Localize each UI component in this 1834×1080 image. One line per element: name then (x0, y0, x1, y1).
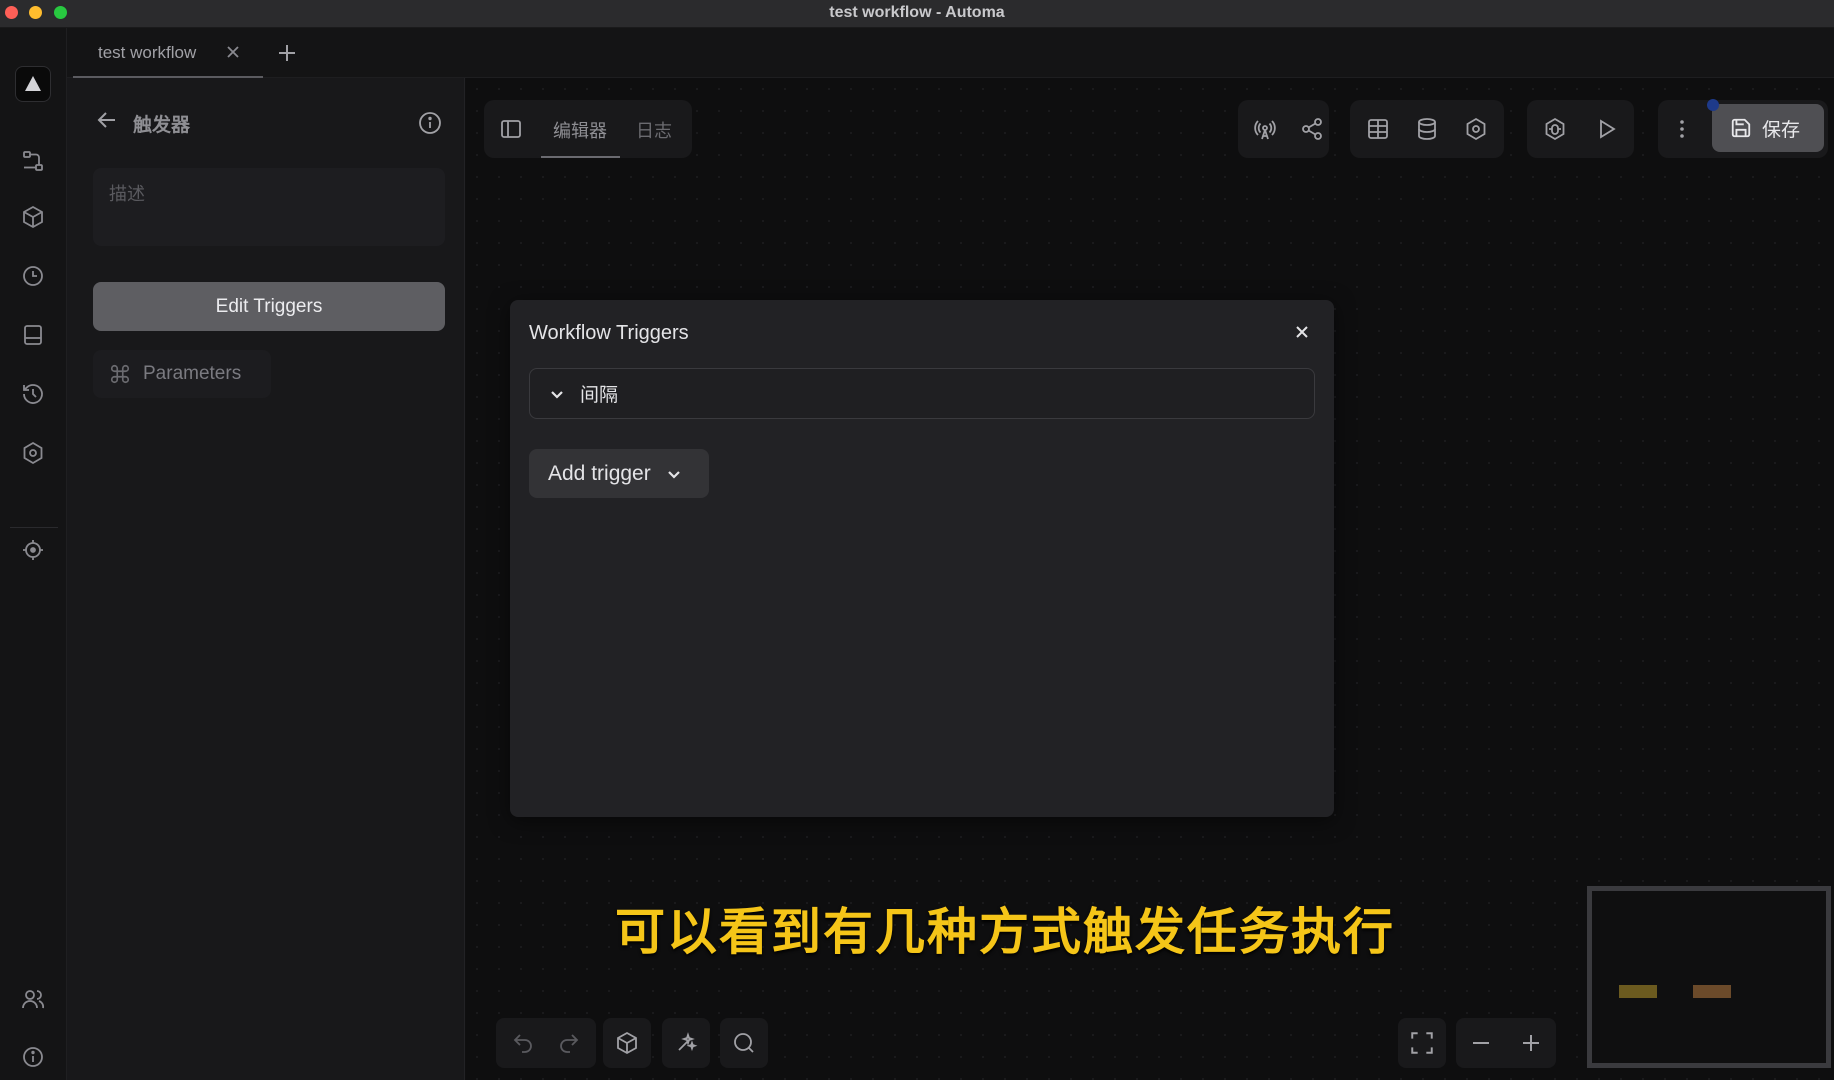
modal-title: Workflow Triggers (529, 322, 689, 344)
chevron-down-icon (665, 465, 683, 483)
command-icon (109, 363, 131, 385)
package-icon[interactable] (615, 1031, 639, 1055)
fullscreen-tool (1398, 1018, 1446, 1068)
history-tool-group (496, 1018, 596, 1068)
play-icon[interactable] (1592, 115, 1620, 143)
data-tool-group (1350, 100, 1504, 158)
storage-icon[interactable] (19, 321, 47, 349)
editor-tab-group: 编辑器 日志 (484, 100, 692, 158)
sidebar-toggle-icon[interactable] (498, 116, 524, 142)
minimap-node (1619, 985, 1657, 998)
add-trigger-label: Add trigger (548, 461, 651, 485)
tab-strip: test workflow (67, 28, 1834, 78)
edit-triggers-button[interactable]: Edit Triggers (93, 282, 445, 331)
team-icon[interactable] (19, 985, 47, 1013)
close-icon[interactable] (1290, 320, 1314, 344)
workflows-icon[interactable] (19, 147, 47, 175)
magic-icon[interactable] (674, 1031, 698, 1055)
search-tool (720, 1018, 768, 1068)
workflow-triggers-modal: Workflow Triggers 间隔 Add trigger (510, 300, 1334, 817)
back-arrow-icon[interactable] (95, 108, 119, 132)
panel-title: 触发器 (133, 114, 191, 136)
fullscreen-icon[interactable] (1409, 1030, 1435, 1056)
description-field[interactable] (93, 168, 445, 246)
auto-align-tool (662, 1018, 710, 1068)
tab-logs[interactable]: 日志 (636, 117, 672, 143)
schedule-icon[interactable] (19, 262, 47, 290)
redo-icon[interactable] (557, 1031, 581, 1055)
trigger-label: 间隔 (580, 384, 619, 406)
tab-editor[interactable]: 编辑器 (553, 117, 607, 143)
add-trigger-button[interactable]: Add trigger (529, 449, 709, 498)
about-icon[interactable] (19, 1043, 47, 1071)
info-icon[interactable] (417, 110, 443, 136)
packages-icon[interactable] (19, 203, 47, 231)
active-tab-underline (541, 156, 620, 158)
share-icon[interactable] (1298, 115, 1326, 143)
database-icon[interactable] (1413, 115, 1441, 143)
tab-label: test workflow (98, 43, 197, 62)
workflow-settings-icon[interactable] (1462, 115, 1490, 143)
logo-icon[interactable] (15, 66, 51, 102)
debug-icon[interactable] (1541, 115, 1569, 143)
parameters-button[interactable]: Parameters (93, 350, 271, 398)
share-tool-group (1238, 100, 1329, 158)
zoom-in-icon[interactable] (1520, 1032, 1542, 1054)
parameters-label: Parameters (143, 363, 242, 384)
title-bar: test workflow - Automa (0, 0, 1834, 28)
close-icon[interactable] (223, 42, 243, 62)
history-icon[interactable] (19, 380, 47, 408)
minimap-node (1693, 985, 1731, 998)
trigger-item[interactable]: 间隔 (529, 368, 1315, 419)
save-button[interactable]: 保存 (1712, 104, 1824, 152)
broadcast-icon[interactable] (1251, 115, 1279, 143)
unsaved-indicator (1707, 99, 1719, 111)
add-tab-button[interactable] (273, 39, 301, 67)
minimap[interactable] (1587, 886, 1831, 1068)
settings-icon[interactable] (19, 439, 47, 467)
zoom-out-icon[interactable] (1470, 1032, 1492, 1054)
table-icon[interactable] (1364, 115, 1392, 143)
chevron-down-icon[interactable] (548, 385, 566, 403)
search-icon[interactable] (732, 1031, 756, 1055)
description-input[interactable] (93, 168, 445, 246)
video-subtitle: 可以看到有几种方式触发任务执行 (615, 903, 1395, 961)
run-tool-group (1527, 100, 1634, 158)
recording-icon[interactable] (19, 536, 47, 564)
rail-divider (10, 527, 58, 528)
window-title: test workflow - Automa (829, 4, 1005, 21)
save-label: 保存 (1762, 118, 1801, 141)
zoom-tool-group (1456, 1018, 1556, 1068)
more-vertical-icon[interactable] (1668, 115, 1696, 143)
undo-icon[interactable] (511, 1031, 535, 1055)
save-icon (1730, 117, 1752, 139)
tab-test-workflow[interactable]: test workflow (73, 28, 263, 78)
packages-tool (603, 1018, 651, 1068)
